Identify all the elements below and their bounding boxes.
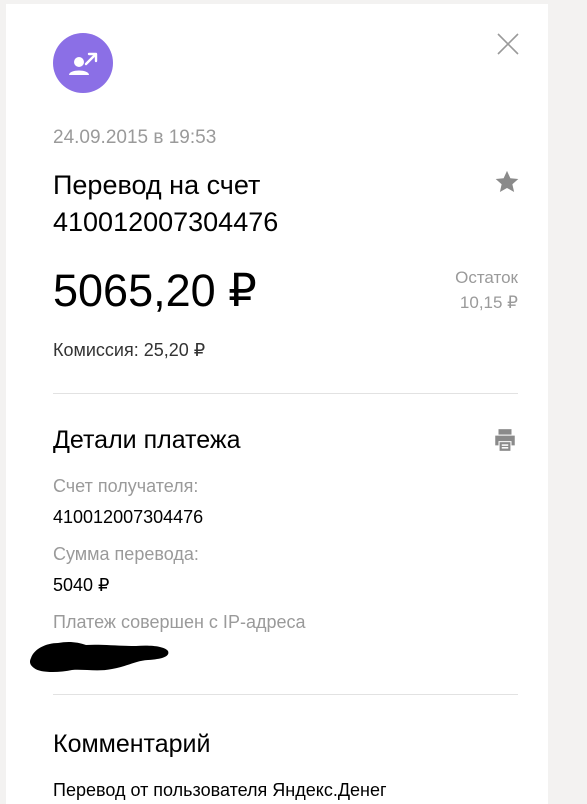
- divider: [53, 694, 518, 695]
- balance-label: Остаток: [455, 268, 518, 287]
- transfer-sum-label: Сумма перевода:: [53, 544, 199, 564]
- commission: Комиссия: 25,20 ₽: [53, 340, 206, 360]
- transaction-amount: 5065,20 ₽: [53, 265, 257, 316]
- balance-value: 10,15 ₽: [459, 293, 518, 312]
- redaction-mark: [28, 631, 173, 682]
- favorite-button[interactable]: [493, 168, 521, 196]
- details-title: Детали платежа: [53, 426, 241, 454]
- comment-text: Перевод от пользователя Яндекс.Денег: [53, 780, 387, 800]
- star-icon: [495, 170, 519, 193]
- comment-title: Комментарий: [53, 730, 211, 758]
- avatar: [53, 33, 113, 93]
- transaction-title: Перевод на счет 410012007304476: [53, 170, 279, 237]
- close-icon: [497, 33, 519, 55]
- print-button[interactable]: [492, 427, 518, 453]
- recipient-value: 410012007304476: [53, 507, 204, 527]
- transfer-sum-value: 5040 ₽: [53, 575, 110, 595]
- print-icon: [495, 429, 515, 451]
- close-button[interactable]: [494, 30, 522, 58]
- divider: [53, 393, 518, 394]
- ip-label: Платеж совершен с IP-адреса: [53, 612, 306, 632]
- transaction-datetime: 24.09.2015 в 19:53: [53, 127, 217, 148]
- transfer-user-icon: [69, 52, 98, 75]
- recipient-label: Счет получателя:: [53, 476, 199, 496]
- payment-details-card: 24.09.2015 в 19:53 Перевод на счет 41001…: [6, 4, 548, 804]
